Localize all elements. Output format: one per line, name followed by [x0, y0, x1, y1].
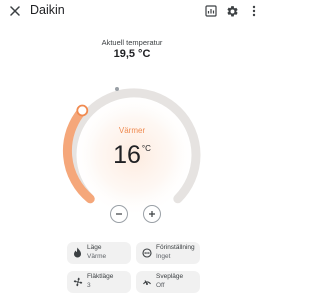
- tile-label: Läge: [87, 244, 102, 251]
- current-temperature-marker: [115, 87, 119, 91]
- tile-label: Fläktläge: [87, 273, 114, 280]
- tile-value: Värme: [87, 253, 107, 260]
- swing-icon: [141, 276, 152, 287]
- tile-label: Förinställning: [156, 244, 195, 251]
- minus-icon: [116, 213, 122, 215]
- decrease-temperature-button[interactable]: [110, 205, 128, 223]
- increase-temperature-button[interactable]: [143, 205, 161, 223]
- tile-value: Off: [156, 282, 165, 289]
- target-temperature-unit: °C: [141, 144, 151, 153]
- tile-label: Svepläge: [156, 273, 184, 280]
- plus-icon: [149, 211, 155, 217]
- tile-fan-mode[interactable]: Fläktläge 3: [67, 271, 131, 293]
- target-temperature: 16°C: [0, 141, 264, 170]
- circle-dots-icon: [141, 247, 152, 258]
- target-handle[interactable]: [76, 104, 89, 117]
- tile-value: Inget: [156, 253, 171, 260]
- tile-hvac-mode[interactable]: Läge Värme: [67, 242, 131, 264]
- target-temperature-value: 16: [113, 141, 141, 169]
- flame-icon: [72, 247, 83, 258]
- hvac-action-label: Värmer: [118, 126, 146, 135]
- tile-swing-mode[interactable]: Svepläge Off: [136, 271, 200, 293]
- tile-value: 3: [87, 282, 91, 289]
- fan-icon: [72, 276, 83, 287]
- tile-preset[interactable]: Förinställning Inget: [136, 242, 200, 264]
